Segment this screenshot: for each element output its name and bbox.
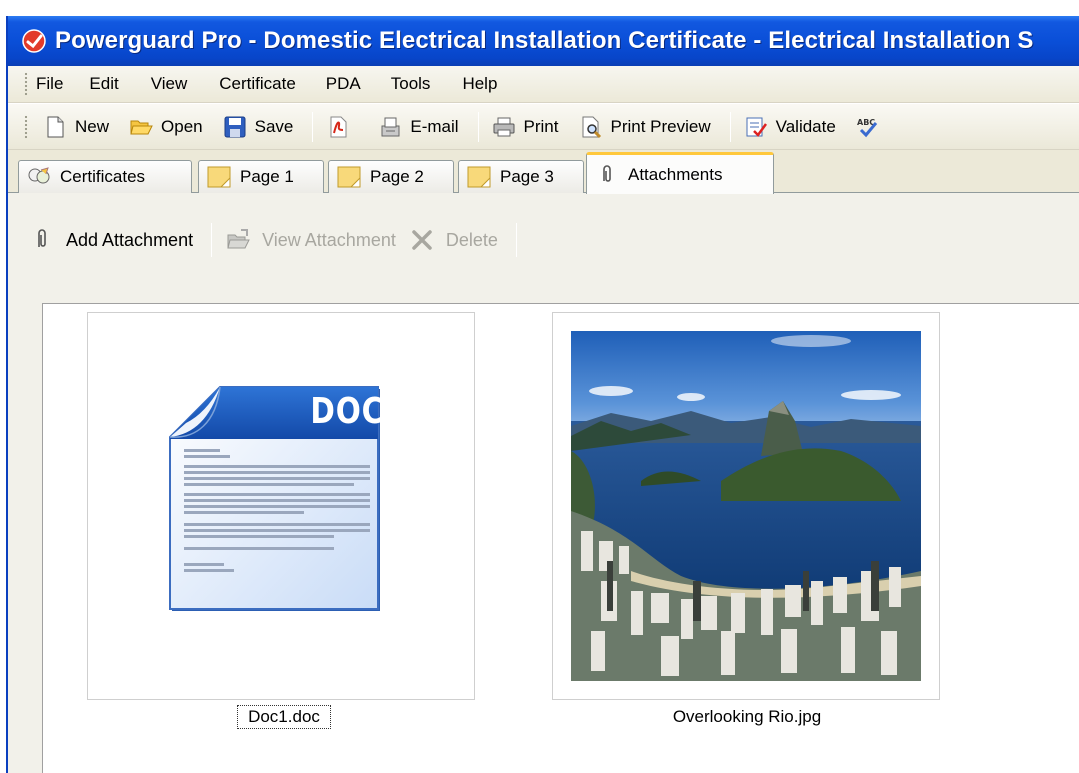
save-button[interactable]: Save [220,109,297,145]
paperclip-icon [595,164,619,186]
page-icon [207,166,231,188]
save-button-label: Save [254,116,294,136]
tab-attachments-label: Attachments [628,164,723,184]
main-toolbar: New Open Save E-mail Print Print Preview… [8,104,1079,150]
attachments-list: DOC Doc1.doc Overlooking Rio.jpg [42,303,1079,773]
photo-thumbnail [571,331,921,681]
pdf-button[interactable] [323,109,361,145]
delete-x-icon [410,227,434,253]
view-attachment-label: View Attachment [262,229,396,250]
tab-attachments[interactable]: Attachments [586,152,774,194]
email-printer-icon [378,115,402,139]
floppy-disk-icon [223,115,247,139]
menu-bar: File Edit View Certificate PDA Tools Hel… [8,66,1079,103]
app-window: Powerguard Pro - Domestic Electrical Ins… [6,16,1079,773]
tab-strip: Certificates Page 1 Page 2 Page 3 Attach… [8,150,1079,194]
toolbar-separator [312,111,314,142]
new-button-label: New [75,116,110,136]
print-button[interactable]: Print [489,109,562,145]
validate-button[interactable]: Validate [741,109,839,145]
page-icon [337,166,361,188]
open-button[interactable]: Open [126,109,206,145]
printer-icon [492,115,516,139]
open-folder-icon [129,115,153,139]
toolbar-separator [515,223,517,257]
tab-certificates[interactable]: Certificates [18,160,192,193]
email-button-label: E-mail [410,116,459,136]
paperclip-icon [30,227,54,253]
tab-certificates-label: Certificates [60,167,146,186]
toolbar-separator [729,111,731,142]
menu-view[interactable]: View [151,74,188,94]
attachment-label-doc1[interactable]: Doc1.doc [237,705,331,729]
pdf-icon [326,115,350,139]
menu-edit[interactable]: Edit [89,74,118,94]
menu-grip-handle[interactable] [24,72,28,96]
attachment-item-doc1[interactable]: DOC [87,312,475,700]
tab-page-3[interactable]: Page 3 [458,160,584,193]
tab-page-3-label: Page 3 [500,167,554,186]
print-button-label: Print [523,116,559,136]
open-button-label: Open [161,116,203,136]
toolbar-grip-handle[interactable] [24,114,28,139]
attachment-item-rio[interactable] [552,312,940,700]
menu-pda[interactable]: PDA [326,74,361,94]
tab-page-1[interactable]: Page 1 [198,160,324,193]
doc-file-icon: DOC [166,383,386,623]
view-attachment-button[interactable]: View Attachment [226,227,396,253]
new-button[interactable]: New [40,109,112,145]
attachment-label-rio[interactable]: Overlooking Rio.jpg [632,707,862,727]
menu-tools[interactable]: Tools [391,74,431,94]
open-folder-icon [226,227,250,253]
new-document-icon [43,115,67,139]
attachments-pane: Add Attachment View Attachment Delete DO… [8,193,1079,773]
spell-check-icon: ABC [856,115,880,139]
add-attachment-label: Add Attachment [66,229,194,250]
delete-attachment-label: Delete [445,229,498,250]
app-logo-icon [21,28,47,54]
spell-check-button[interactable]: ABC [853,109,891,145]
toolbar-separator [477,111,479,142]
print-preview-icon [579,115,603,139]
toolbar-separator [211,223,213,257]
tab-page-2[interactable]: Page 2 [328,160,454,193]
print-preview-button-label: Print Preview [610,116,711,136]
validate-icon [744,115,768,139]
delete-attachment-button[interactable]: Delete [410,227,498,253]
attachments-toolbar: Add Attachment View Attachment Delete [8,193,1079,283]
menu-help[interactable]: Help [462,74,497,94]
doc-badge: DOC [310,391,385,432]
tab-page-1-label: Page 1 [240,167,294,186]
print-preview-button[interactable]: Print Preview [576,109,714,145]
title-bar[interactable]: Powerguard Pro - Domestic Electrical Ins… [8,16,1079,66]
certificates-icon [27,166,51,188]
menu-certificate[interactable]: Certificate [219,74,296,94]
validate-button-label: Validate [775,116,836,136]
email-button[interactable]: E-mail [375,109,461,145]
page-icon [467,166,491,188]
window-title: Powerguard Pro - Domestic Electrical Ins… [55,27,1034,54]
menu-file[interactable]: File [36,74,63,94]
add-attachment-button[interactable]: Add Attachment [30,227,193,253]
tab-page-2-label: Page 2 [370,167,424,186]
